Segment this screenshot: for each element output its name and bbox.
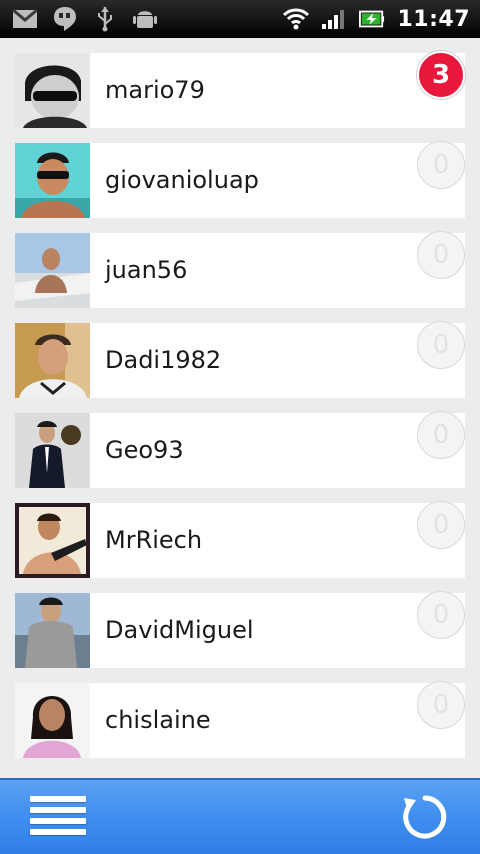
unread-count-badge: 0 xyxy=(417,321,465,369)
contact-row[interactable]: chislaine 0 xyxy=(15,681,465,758)
unread-count-badge: 0 xyxy=(417,231,465,279)
username: Geo93 xyxy=(105,436,184,464)
username: chislaine xyxy=(105,706,211,734)
username: DavidMiguel xyxy=(105,616,254,644)
contact-row[interactable]: Dadi1982 0 xyxy=(15,321,465,398)
menu-icon[interactable] xyxy=(30,794,90,840)
contact-row[interactable]: DavidMiguel 0 xyxy=(15,591,465,668)
bottom-toolbar xyxy=(0,778,480,854)
avatar xyxy=(15,323,90,398)
unread-count-badge: 0 xyxy=(417,411,465,459)
username: Dadi1982 xyxy=(105,346,222,374)
avatar xyxy=(15,53,90,128)
battery-icon xyxy=(359,7,385,31)
usb-icon xyxy=(92,7,118,32)
username: giovanioluap xyxy=(105,166,259,194)
unread-count-badge: 0 xyxy=(417,141,465,189)
contact-row[interactable]: MrRiech 0 xyxy=(15,501,465,578)
avatar xyxy=(15,503,90,578)
android-debug-icon xyxy=(132,7,158,31)
contact-row[interactable]: giovanioluap 0 xyxy=(15,141,465,218)
username: MrRiech xyxy=(105,526,203,554)
username: juan56 xyxy=(105,256,188,284)
contact-list[interactable]: mario79 3 giovanioluap 0 juan56 0 Dadi19… xyxy=(0,38,480,778)
unread-count-badge: 0 xyxy=(417,501,465,549)
avatar xyxy=(15,413,90,488)
avatar xyxy=(15,683,90,758)
wifi-icon xyxy=(283,7,310,31)
unread-count-badge: 0 xyxy=(417,681,465,729)
unread-count-badge: 3 xyxy=(417,51,465,99)
username: mario79 xyxy=(105,76,205,104)
unread-count-badge: 0 xyxy=(417,591,465,639)
system-status: 11:47 xyxy=(283,6,470,32)
contact-row[interactable]: Geo93 0 xyxy=(15,411,465,488)
hangouts-icon xyxy=(52,7,78,31)
contact-row[interactable]: mario79 3 xyxy=(15,51,465,128)
avatar xyxy=(15,233,90,308)
clock: 11:47 xyxy=(397,6,470,32)
refresh-icon[interactable] xyxy=(400,792,450,842)
contact-row[interactable]: juan56 0 xyxy=(15,231,465,308)
notification-icons xyxy=(12,6,158,32)
avatar xyxy=(15,593,90,668)
avatar xyxy=(15,143,90,218)
status-bar: 11:47 xyxy=(0,0,480,38)
signal-icon xyxy=(321,7,347,31)
gmail-icon xyxy=(12,7,38,31)
